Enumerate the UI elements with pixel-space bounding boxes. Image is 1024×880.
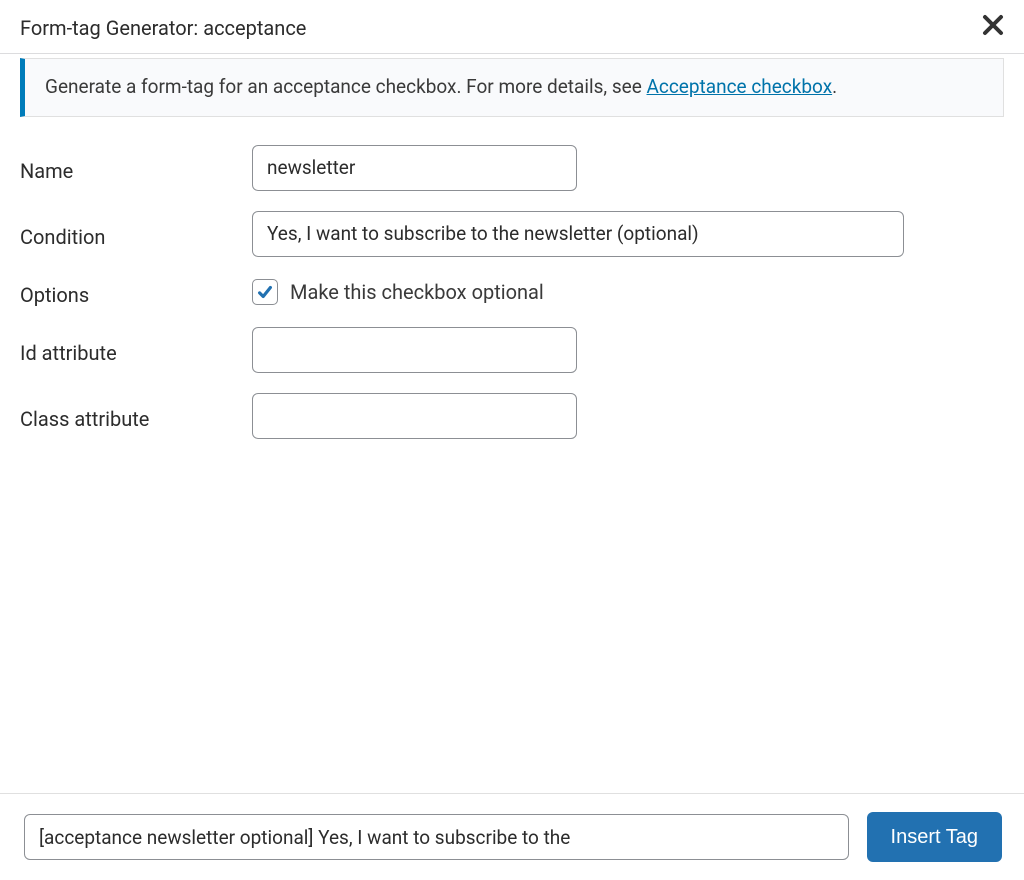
form-body: Name Condition Options Make this checkbo…: [0, 137, 1024, 467]
dialog-header: Form-tag Generator: acceptance: [0, 0, 1024, 54]
class-attribute-row: Class attribute: [20, 393, 1004, 439]
options-row: Options Make this checkbox optional: [20, 277, 1004, 307]
name-label: Name: [20, 153, 252, 183]
name-input[interactable]: [252, 145, 577, 191]
condition-input[interactable]: [252, 211, 904, 257]
class-attribute-input[interactable]: [252, 393, 577, 439]
id-attribute-row: Id attribute: [20, 327, 1004, 373]
optional-checkbox[interactable]: [252, 279, 278, 305]
dialog-title: Form-tag Generator: acceptance: [20, 16, 306, 40]
condition-row: Condition: [20, 211, 1004, 257]
generated-tag-input[interactable]: [24, 814, 849, 860]
notice-text: Generate a form-tag for an acceptance ch…: [45, 75, 647, 98]
close-icon[interactable]: [982, 14, 1004, 41]
insert-tag-button[interactable]: Insert Tag: [867, 812, 1002, 862]
options-label: Options: [20, 277, 252, 307]
info-notice: Generate a form-tag for an acceptance ch…: [20, 58, 1004, 117]
id-attribute-input[interactable]: [252, 327, 577, 373]
acceptance-checkbox-link[interactable]: Acceptance checkbox: [647, 75, 833, 98]
condition-label: Condition: [20, 219, 252, 249]
id-attribute-label: Id attribute: [20, 335, 252, 365]
dialog-footer: Insert Tag: [0, 793, 1024, 880]
optional-checkbox-label: Make this checkbox optional: [290, 280, 544, 304]
name-row: Name: [20, 145, 1004, 191]
class-attribute-label: Class attribute: [20, 401, 252, 431]
notice-suffix: .: [832, 75, 837, 98]
